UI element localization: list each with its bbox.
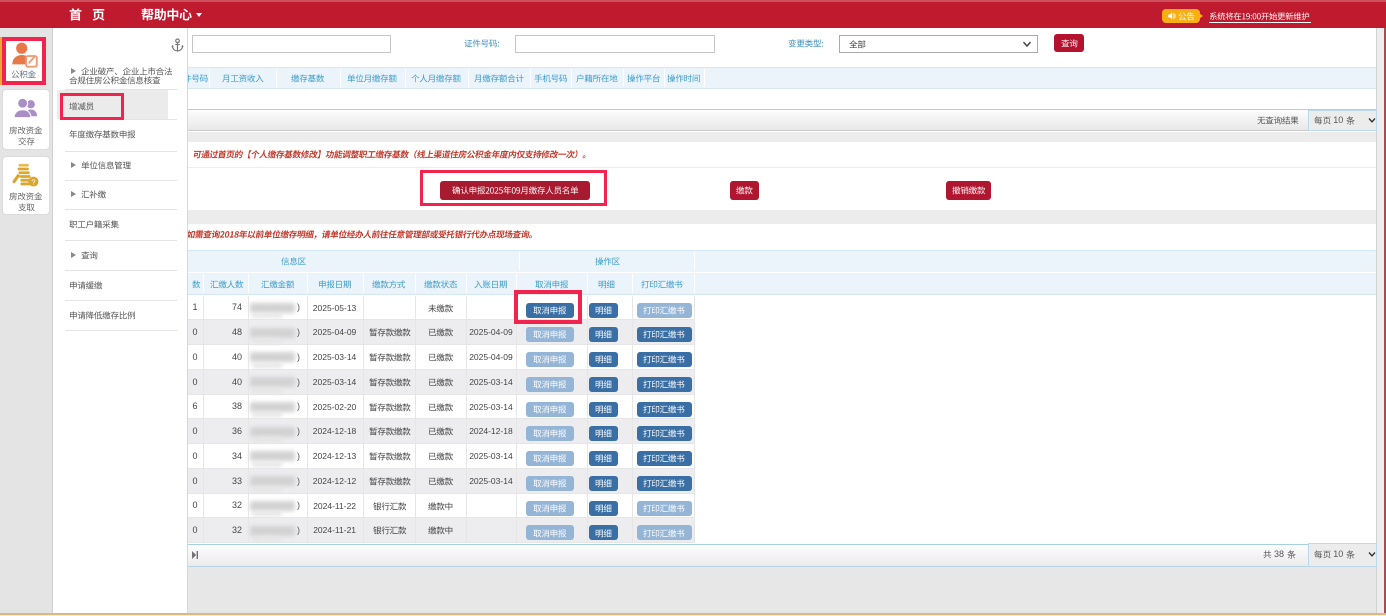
svg-text:?: ?	[31, 178, 35, 187]
